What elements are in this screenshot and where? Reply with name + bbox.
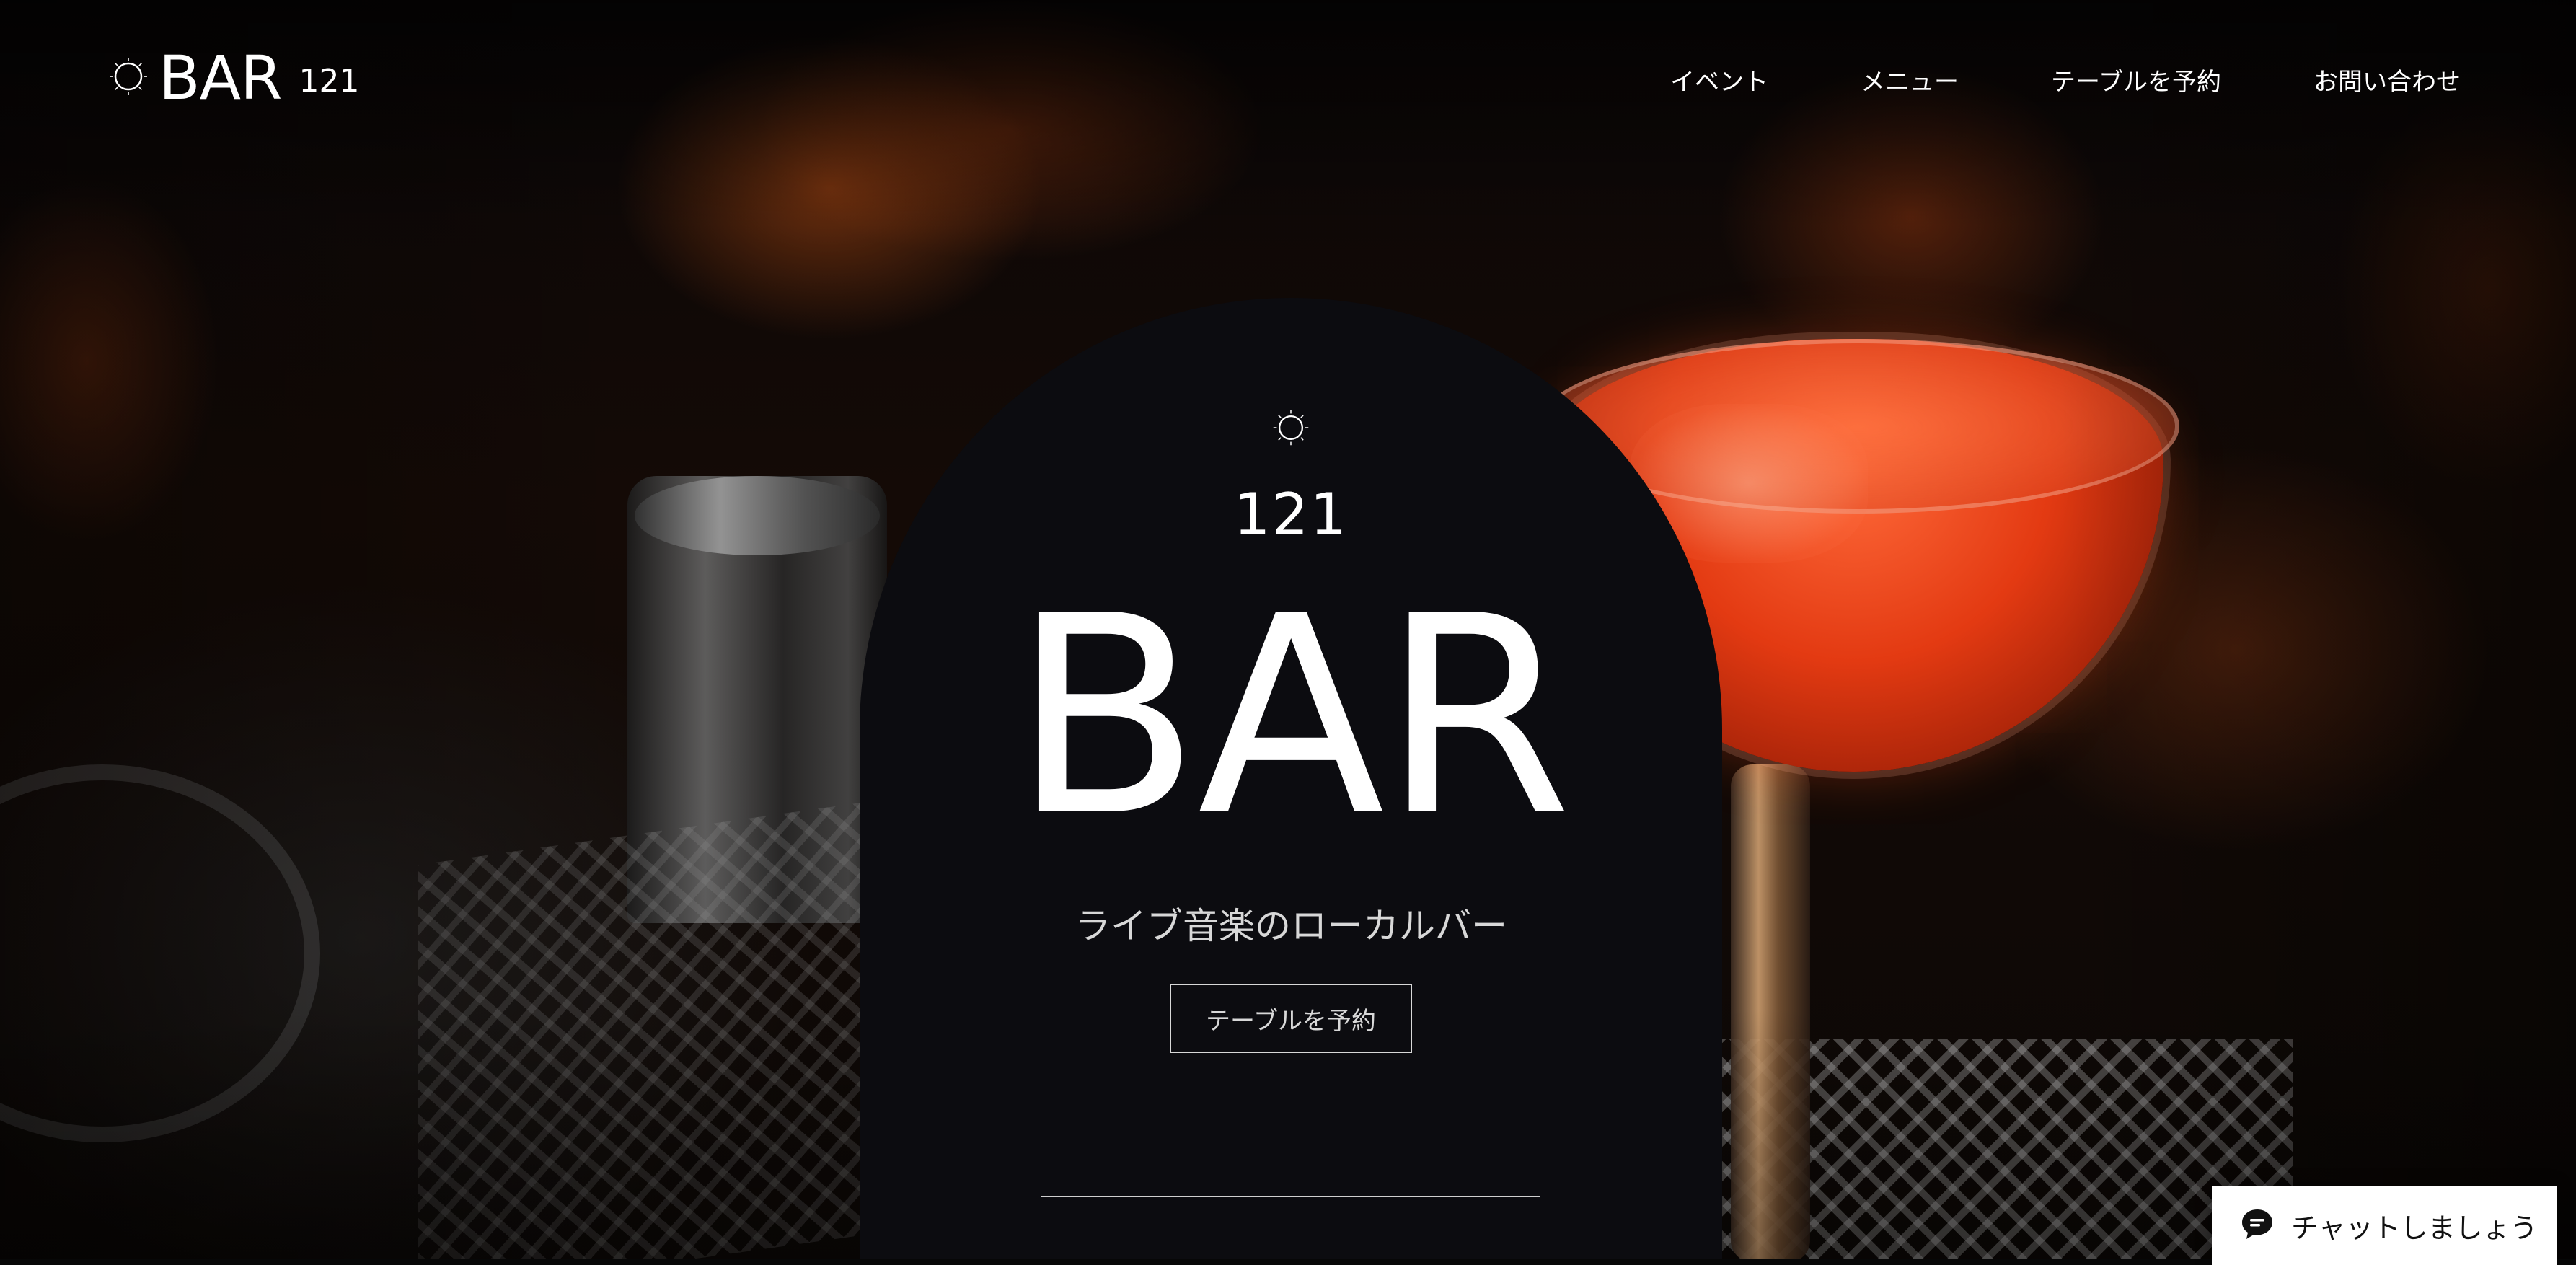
sun-logo-icon [107,55,150,101]
site-logo[interactable]: BAR 121 [107,48,359,108]
hero-title: BAR [1012,557,1573,876]
nav-item-contact[interactable]: お問い合わせ [2313,62,2461,97]
main-nav: イベント メニュー テーブルを予約 お問い合わせ [1578,62,2461,97]
hero-subtitle: ライブ音楽のローカルバー [1075,905,1507,947]
nav-item-menu[interactable]: メニュー [1861,62,1959,97]
chat-label: チャットしましょう [2291,1212,2538,1244]
chat-widget-button[interactable]: チャットしましょう [2212,1186,2557,1265]
sun-icon [1271,407,1311,451]
reserve-table-button[interactable]: テーブルを予約 [1170,984,1412,1053]
logo-number: 121 [299,62,360,100]
hero-arch-panel: 121 BAR ライブ音楽のローカルバー テーブルを予約 [860,298,1722,1259]
chat-bubble-icon [2239,1206,2275,1245]
divider-line [1041,1196,1540,1197]
nav-item-reserve[interactable]: テーブルを予約 [2051,62,2221,97]
logo-text: BAR [159,43,282,113]
hero-number: 121 [1233,481,1349,548]
nav-item-events[interactable]: イベント [1670,62,1768,97]
